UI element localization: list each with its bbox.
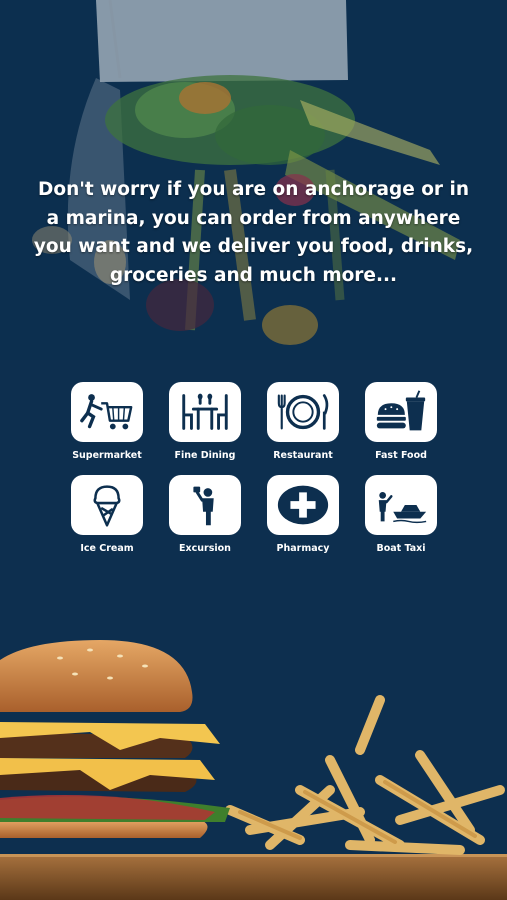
- service-icon-box: [267, 382, 339, 442]
- service-label: Restaurant: [273, 450, 333, 461]
- service-supermarket[interactable]: Supermarket: [58, 382, 156, 461]
- plate-cutlery-icon: [277, 394, 329, 430]
- shopping-cart-icon: [80, 394, 133, 430]
- service-fine-dining[interactable]: Fine Dining: [156, 382, 254, 461]
- burger-fries-image: [0, 640, 507, 900]
- service-label: Supermarket: [72, 450, 142, 461]
- service-label: Pharmacy: [276, 543, 330, 554]
- service-ice-cream[interactable]: Ice Cream: [58, 475, 156, 554]
- burger-drink-icon: [376, 390, 426, 431]
- dining-table-icon: [182, 393, 228, 430]
- service-icon-box: [365, 475, 437, 535]
- service-excursion[interactable]: Excursion: [156, 475, 254, 554]
- service-label: Fine Dining: [174, 450, 236, 461]
- service-fast-food[interactable]: Fast Food: [352, 382, 450, 461]
- hero-message: Don't worry if you are on anchorage or i…: [33, 179, 474, 286]
- service-label: Excursion: [179, 543, 231, 554]
- service-icon-box: [71, 382, 143, 442]
- service-icon-box: [71, 475, 143, 535]
- service-icon-box: [365, 382, 437, 442]
- medical-cross-icon: [277, 485, 329, 525]
- service-icon-box: [169, 382, 241, 442]
- service-icon-box: [267, 475, 339, 535]
- service-restaurant[interactable]: Restaurant: [254, 382, 352, 461]
- ice-cream-icon: [93, 485, 121, 527]
- service-label: Boat Taxi: [376, 543, 426, 554]
- service-icon-box: [169, 475, 241, 535]
- tour-guide-icon: [193, 486, 214, 526]
- service-label: Ice Cream: [80, 543, 134, 554]
- service-boat-taxi[interactable]: Boat Taxi: [352, 475, 450, 554]
- service-grid: Supermarket Fine Dining Restaurant Fast …: [58, 382, 450, 554]
- service-pharmacy[interactable]: Pharmacy: [254, 475, 352, 554]
- service-label: Fast Food: [375, 450, 427, 461]
- boat-icon: [378, 491, 427, 524]
